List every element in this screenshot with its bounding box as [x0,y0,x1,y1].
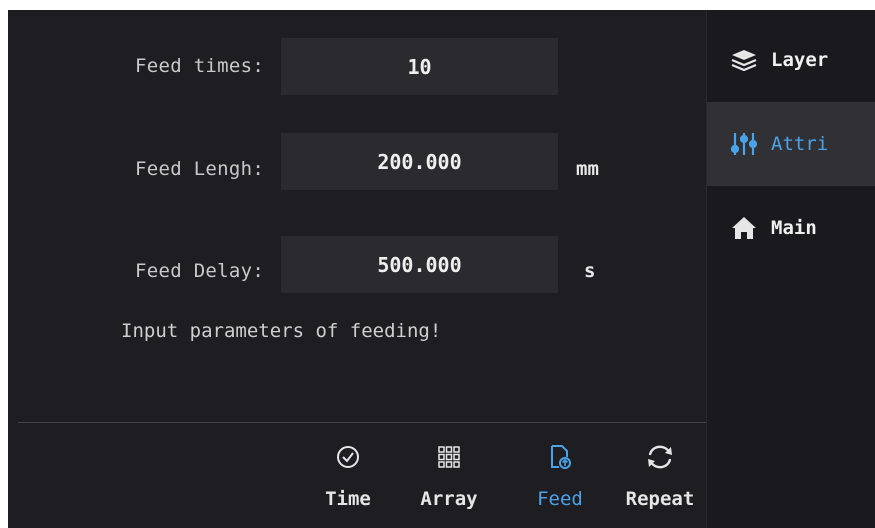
sliders-icon [729,132,759,156]
sidebar-item-main-label: Main [771,217,817,239]
sidebar-item-main[interactable]: Main [707,186,875,270]
device-screen: Feed times: 10 Feed Lengh: 200.000 mm Fe… [8,10,875,528]
layers-icon [729,48,759,72]
tab-feed[interactable]: Feed [515,438,605,518]
feed-length-input[interactable]: 200.000 [281,133,558,190]
sidebar-item-attri[interactable]: Attri [707,102,875,186]
divider [18,422,706,423]
sidebar-item-attri-label: Attri [771,133,829,155]
feed-length-label: Feed Lengh: [135,158,265,180]
tab-array[interactable]: Array [404,438,494,518]
feed-length-unit: mm [576,158,599,180]
main-panel: Feed times: 10 Feed Lengh: 200.000 mm Fe… [8,10,706,528]
feed-document-icon [515,438,605,476]
sidebar: Layer Attri Main [706,10,875,528]
grid-icon [404,438,494,476]
feed-times-input[interactable]: 10 [281,38,558,95]
tab-repeat-label: Repeat [625,488,695,510]
feed-delay-unit: s [584,260,596,282]
tab-array-label: Array [420,488,478,510]
home-icon [729,216,759,240]
tab-repeat[interactable]: Repeat [615,438,705,518]
sidebar-item-layer-label: Layer [771,49,829,71]
repeat-icon [615,438,705,476]
tab-feed-label: Feed [537,488,583,510]
clock-icon [303,438,393,476]
sidebar-item-layer[interactable]: Layer [707,18,875,102]
hint-text: Input parameters of feeding! [121,320,442,342]
feed-delay-label: Feed Delay: [135,260,265,282]
tab-time[interactable]: Time [303,438,393,518]
feed-times-label: Feed times: [135,55,265,77]
feed-delay-input[interactable]: 500.000 [281,236,558,293]
tab-time-label: Time [325,488,371,510]
